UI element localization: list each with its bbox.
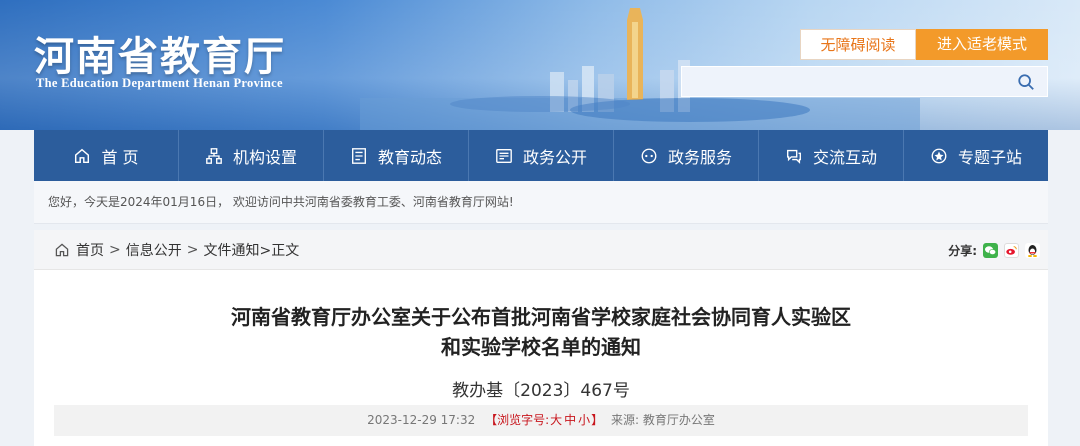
nav-item-label: 交流互动 (812, 147, 877, 167)
breadcrumb-separator: > (186, 242, 199, 258)
breadcrumb-current: >正文 (259, 243, 300, 259)
share-bar: 分享: (948, 230, 1040, 270)
gov-open-icon (496, 148, 512, 163)
wechat-icon[interactable] (983, 242, 998, 258)
nav-item-news[interactable]: 教育动态 (324, 130, 469, 181)
nav-item-interact[interactable]: 交流互动 (759, 130, 904, 181)
nav-item-org[interactable]: 机构设置 (179, 130, 324, 181)
nav-item-label: 政务服务 (667, 147, 732, 167)
news-icon (352, 147, 366, 164)
elder-mode-button[interactable]: 进入适老模式 (916, 29, 1048, 60)
article-title-line: 和实验学校名单的通知 (441, 335, 641, 359)
service-icon (641, 148, 657, 163)
article-source: 来源: 教育厅办公室 (611, 413, 715, 427)
barrier-free-button[interactable]: 无障碍阅读 (800, 29, 916, 60)
org-icon (206, 147, 222, 164)
site-logo-title[interactable]: 河南省教育厅 (34, 24, 286, 82)
publish-date: 2023-12-29 17:32 (367, 413, 476, 427)
article-title-line: 河南省教育厅办公室关于公布首批河南省学校家庭社会协同育人实验区 (231, 305, 851, 329)
font-size-large-link[interactable]: 大 (550, 413, 562, 427)
page: 河南省教育厅 The Education Department Henan Pr… (0, 0, 1080, 446)
welcome-message: 您好，今天是2024年01月16日， 欢迎访问中共河南省委教育工委、河南省教育厅… (34, 181, 1048, 224)
nav-item-label: 机构设置 (232, 147, 297, 167)
search-input[interactable] (682, 67, 1012, 96)
breadcrumb-separator: > (109, 242, 121, 258)
nav-item-label: 教育动态 (377, 147, 442, 167)
site-header: 河南省教育厅 The Education Department Henan Pr… (0, 0, 1080, 130)
nav-item-label: 专题子站 (957, 147, 1022, 167)
nav-item-home[interactable]: 首 页 (34, 130, 179, 181)
nav-item-service[interactable]: 政务服务 (614, 130, 759, 181)
font-size-small-link[interactable]: 小 (578, 413, 590, 427)
search-icon[interactable] (1017, 73, 1035, 91)
article-meta-bar: 2023-12-29 17:32 【浏览字号:大中小】 来源: 教育厅办公室 (54, 405, 1028, 436)
search-box (681, 66, 1048, 97)
nav-item-gov-open[interactable]: 政务公开 (469, 130, 614, 181)
interact-icon (787, 149, 801, 164)
font-size-medium-link[interactable]: 中 (564, 413, 576, 427)
home-icon (75, 148, 90, 163)
nav-item-topic[interactable]: 专题子站 (904, 130, 1048, 181)
font-size-label-close: 】 (591, 413, 604, 427)
nav-item-label: 首 页 (101, 147, 139, 167)
article-title: 河南省教育厅办公室关于公布首批河南省学校家庭社会协同育人实验区 和实验学校名单的… (34, 302, 1048, 362)
site-logo-subtitle: The Education Department Henan Province (36, 76, 283, 90)
breadcrumb-bar: 首页 > 信息公开 > 文件通知 >正文 分享: (34, 230, 1048, 270)
nav-item-label: 政务公开 (522, 147, 587, 167)
weibo-icon[interactable] (1004, 242, 1019, 258)
qq-icon[interactable] (1025, 242, 1040, 258)
city-skyline-banner (360, 8, 920, 130)
home-icon (55, 243, 69, 257)
topic-icon (931, 148, 947, 163)
breadcrumb-info-open[interactable]: 信息公开 (126, 240, 182, 260)
breadcrumb-home[interactable]: 首页 (76, 240, 104, 260)
breadcrumb-file-notice[interactable]: 文件通知 (203, 240, 259, 260)
font-size-label: 【浏览字号: (485, 413, 550, 427)
document-number: 教办基〔2023〕467号 (452, 381, 630, 401)
article-panel: 首页 > 信息公开 > 文件通知 >正文 分享: 河南省教育厅办公室关于公布首批… (34, 230, 1048, 446)
main-nav: 首 页 机构设置 教育动态 政务公开 政务服务 交流互动 专题子站 (34, 130, 1048, 181)
share-label: 分享: (948, 243, 977, 258)
breadcrumb: 首页 > 信息公开 > 文件通知 >正文 (54, 230, 299, 270)
